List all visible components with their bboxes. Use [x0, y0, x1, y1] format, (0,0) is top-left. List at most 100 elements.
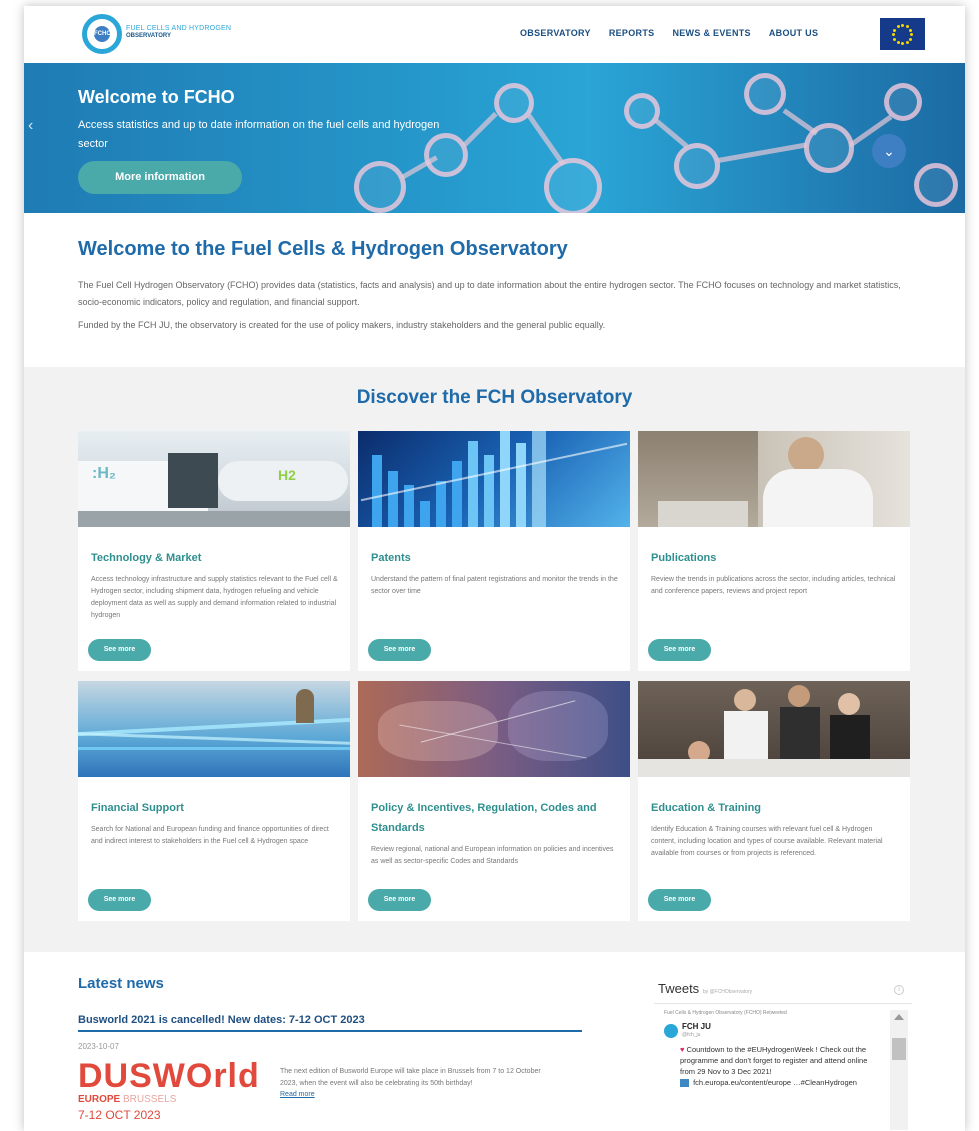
nav-news-events[interactable]: NEWS & EVENTS	[672, 28, 750, 38]
molecule-decoration	[544, 158, 602, 213]
card-title: Financial Support	[91, 802, 184, 814]
card-image[interactable]	[78, 681, 350, 777]
molecule-bond	[654, 118, 689, 149]
see-more-button[interactable]: See more	[368, 889, 431, 911]
card-title: Policy & Incentives, Regulation, Codes a…	[371, 802, 597, 834]
eu-star-icon	[905, 25, 909, 29]
avatar[interactable]	[664, 1024, 678, 1038]
eu-star-icon	[901, 42, 904, 45]
card-description: Access technology infrastructure and sup…	[91, 576, 338, 619]
molecule-bond	[526, 114, 566, 167]
card-title: Publications	[651, 552, 717, 564]
twitter-widget: Tweets by @FCHObservatory i Fuel Cells &…	[654, 981, 912, 1131]
card-technology-market: :H₂ H2 Technology & Market Access techno…	[78, 431, 350, 671]
card-financial-support: Financial Support Search for National an…	[78, 681, 350, 921]
card-image[interactable]	[358, 681, 630, 777]
latest-news-title: Latest news	[78, 975, 164, 992]
see-more-button[interactable]: See more	[648, 889, 711, 911]
tweets-header: Tweets by @FCHObservatory	[658, 981, 752, 996]
retweet-line: Fuel Cells & Hydrogen Observatory (FCHO)…	[664, 1010, 787, 1016]
scroll-up-icon[interactable]	[894, 1014, 904, 1020]
tweets-scrollbar[interactable]	[890, 1010, 908, 1130]
eu-star-icon	[892, 33, 895, 36]
logo-sub-bold: EUROPE	[78, 1094, 121, 1105]
see-more-button[interactable]: See more	[368, 639, 431, 661]
card-title: Technology & Market	[91, 552, 202, 564]
molecule-decoration	[354, 161, 406, 213]
nav-observatory[interactable]: OBSERVATORY	[520, 28, 591, 38]
molecule-decoration	[624, 93, 660, 129]
nav-reports[interactable]: REPORTS	[609, 28, 655, 38]
hero-title: Welcome to FCHO	[78, 87, 235, 107]
logo-text-line1: FUEL CELLS AND HYDROGEN	[126, 25, 232, 32]
main-nav: OBSERVATORY REPORTS NEWS & EVENTS ABOUT …	[520, 28, 818, 38]
molecule-decoration	[674, 143, 720, 189]
busworld-logo-dates: 7-12 OCT 2023	[78, 1108, 161, 1122]
more-information-button[interactable]: More information	[78, 161, 242, 194]
card-image[interactable]	[638, 431, 910, 527]
logo-mark: FCHO	[94, 26, 111, 42]
card-title: Patents	[371, 552, 411, 564]
tweets-by-link[interactable]: by @FCHObservatory	[703, 989, 752, 995]
molecule-decoration	[914, 163, 958, 207]
eu-flag-icon	[880, 18, 925, 50]
news-excerpt: The next edition of Busworld Europe will…	[280, 1068, 541, 1087]
card-image[interactable]	[638, 681, 910, 777]
see-more-button[interactable]: See more	[88, 639, 151, 661]
eu-star-icon	[893, 28, 897, 32]
carousel-prev-icon[interactable]: ‹	[28, 117, 33, 135]
intro-paragraph: Funded by the FCH JU, the observatory is…	[78, 320, 606, 330]
link-icon	[680, 1079, 689, 1088]
card-description: Review the trends in publications across…	[651, 576, 896, 595]
card-patents: Patents Understand the pattern of final …	[358, 431, 630, 671]
heart-icon: ♥	[680, 1045, 685, 1054]
nav-about-us[interactable]: ABOUT US	[769, 28, 818, 38]
busworld-logo-text: DUSWOrld	[78, 1057, 260, 1095]
card-policy-incentives: Policy & Incentives, Regulation, Codes a…	[358, 681, 630, 921]
tweet-body: Countdown to the #EUHydrogenWeek ! Check…	[680, 1045, 868, 1076]
molecule-decoration	[744, 73, 786, 115]
hero-subtitle: Access statistics and up to date informa…	[78, 119, 440, 150]
logo-text-line2: OBSERVATORY	[126, 33, 172, 39]
see-more-button[interactable]: See more	[648, 639, 711, 661]
tweet-link[interactable]: fch.europa.eu/content/europe …#CleanHydr…	[693, 1078, 857, 1087]
fcho-logo[interactable]: FCHO FUEL CELLS AND HYDROGEN OBSERVATORY	[82, 14, 232, 54]
read-more-link[interactable]: Read more	[280, 1091, 315, 1098]
discover-section: Discover the FCH Observatory :H₂ H2 Tech…	[24, 367, 965, 952]
info-icon[interactable]: i	[894, 985, 904, 995]
card-description: Identify Education & Training courses wi…	[651, 826, 883, 857]
eu-star-icon	[908, 28, 912, 32]
intro-title: Welcome to the Fuel Cells & Hydrogen Obs…	[78, 238, 568, 260]
card-education-training: Education & Training Identify Education …	[638, 681, 910, 921]
card-title: Education & Training	[651, 802, 762, 814]
tweets-title: Tweets	[658, 981, 700, 996]
logo-sub-light: BRUSSELS	[123, 1094, 177, 1105]
eu-star-icon	[893, 37, 897, 41]
page-frame: FCHO FUEL CELLS AND HYDROGEN OBSERVATORY…	[24, 6, 965, 1131]
card-description: Search for National and European funding…	[91, 826, 329, 845]
eu-star-icon	[896, 40, 900, 44]
eu-star-icon	[896, 25, 900, 29]
card-image[interactable]	[358, 431, 630, 527]
card-description: Review regional, national and European i…	[371, 846, 614, 865]
news-headline-link[interactable]: Busworld 2021 is cancelled! New dates: 7…	[78, 1014, 582, 1032]
tweet-author-handle[interactable]: @fch_ju	[682, 1032, 700, 1038]
eu-star-icon	[905, 40, 909, 44]
eu-star-icon	[908, 37, 912, 41]
eu-star-icon	[901, 24, 904, 27]
intro-paragraph: The Fuel Cell Hydrogen Observatory (FCHO…	[78, 280, 901, 307]
tweet-text: ♥ Countdown to the #EUHydrogenWeek ! Che…	[680, 1044, 880, 1088]
scrollbar-thumb[interactable]	[892, 1038, 906, 1060]
see-more-button[interactable]: See more	[88, 889, 151, 911]
scroll-down-icon[interactable]: ⌄	[872, 134, 906, 168]
tweet-author-name[interactable]: FCH JU	[682, 1022, 711, 1031]
eu-star-icon	[910, 33, 913, 36]
logo-circle-icon: FCHO	[82, 14, 122, 54]
card-image[interactable]: :H₂ H2	[78, 431, 350, 527]
discover-title: Discover the FCH Observatory	[356, 387, 633, 408]
molecule-bond	[782, 108, 819, 136]
hero-banner: ‹ Welcome to FCHO Access statistics and …	[24, 63, 965, 213]
site-header: FCHO FUEL CELLS AND HYDROGEN OBSERVATORY…	[24, 6, 965, 63]
busworld-logo-subtitle: EUROPE BRUSSELS	[78, 1094, 176, 1105]
card-description: Understand the pattern of final patent r…	[371, 576, 618, 595]
